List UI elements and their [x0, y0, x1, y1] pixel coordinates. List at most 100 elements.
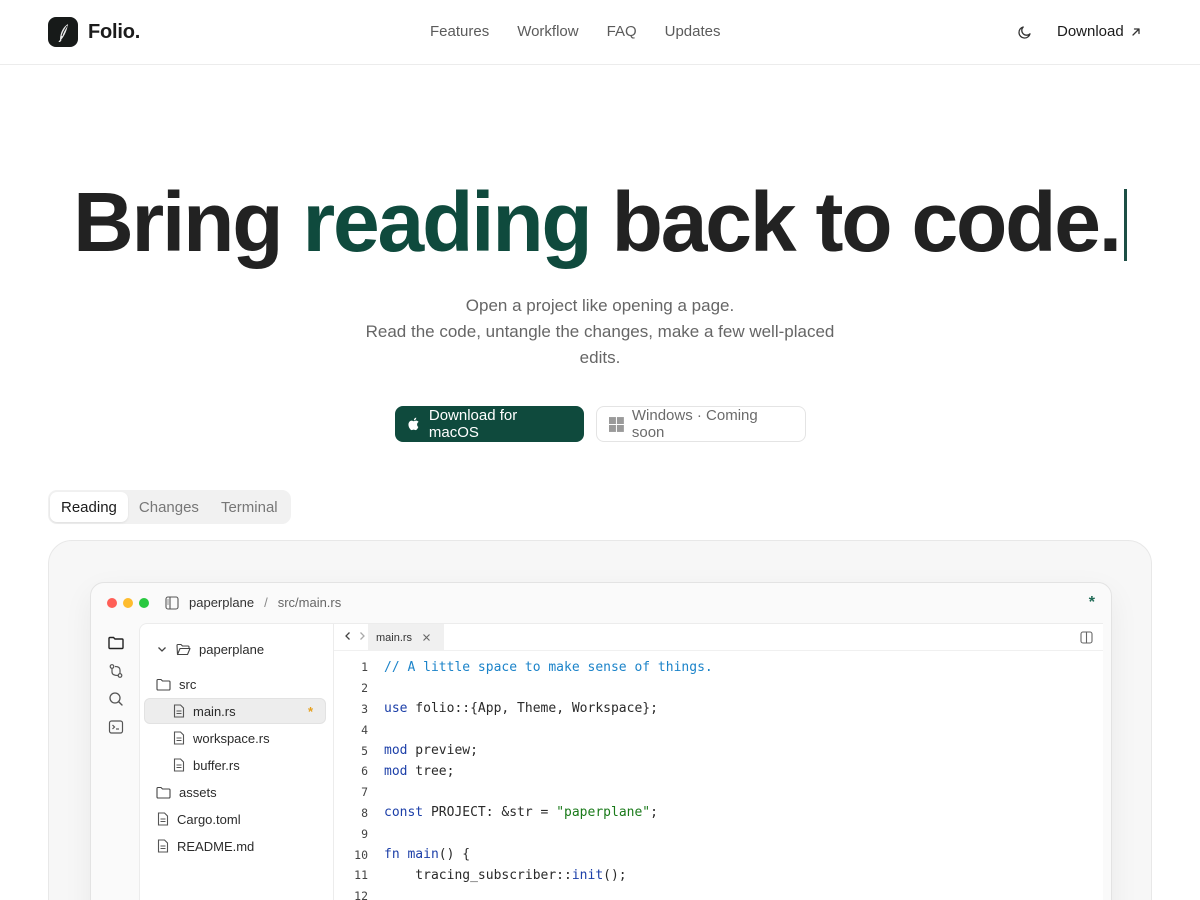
zoom-window-button[interactable] [139, 598, 149, 608]
header-download-label: Download [1057, 23, 1124, 40]
download-macos-label: Download for macOS [428, 407, 518, 441]
tree-item-cargo-toml[interactable]: Cargo.toml [157, 806, 241, 832]
line-number: 8 [361, 805, 368, 820]
code-line: 3 use folio::{App, Theme, Workspace}; [334, 699, 1103, 720]
nav-faq[interactable]: FAQ [607, 23, 637, 40]
line-number: 7 [361, 785, 368, 800]
editor-tab-label: main.rs [376, 631, 413, 644]
nav-workflow[interactable]: Workflow [517, 23, 578, 40]
file-icon [173, 758, 185, 772]
tree-item-paperplane[interactable]: paperplane [156, 636, 264, 662]
line-number: 6 [361, 764, 368, 779]
tree-item-buffer-rs[interactable]: buffer.rs [173, 752, 240, 778]
windows-coming-soon-label: Windows · Coming soon [631, 407, 758, 441]
line-number: 1 [361, 660, 368, 675]
theme-toggle-button[interactable] [1015, 22, 1035, 42]
breadcrumb-project[interactable]: paperplane [189, 595, 254, 610]
code-line: 11 tracing_subscriber::init(); [334, 865, 1103, 886]
line-number: 10 [354, 847, 368, 862]
tree-label: workspace.rs [193, 730, 270, 746]
folder-icon[interactable] [108, 635, 124, 651]
header-download-link[interactable]: Download [1057, 23, 1142, 40]
download-macos-button[interactable]: Download for macOS [395, 406, 584, 442]
code-line: 6 mod tree; [334, 761, 1103, 782]
windows-coming-soon-button[interactable]: Windows · Coming soon [596, 406, 806, 442]
tree-label: src [179, 676, 197, 692]
file-explorer: paperplane src main.rs * workspace.rs bu… [139, 623, 333, 900]
nav-updates[interactable]: Updates [665, 23, 721, 40]
line-content: tracing_subscriber::init(); [384, 867, 627, 883]
sidebar-toggle-icon[interactable] [165, 595, 179, 610]
code-line: 8 const PROJECT: &str = "paperplane"; [334, 803, 1103, 824]
close-icon[interactable] [422, 633, 431, 642]
tree-label: paperplane [199, 641, 265, 657]
code-area[interactable]: 1 // A little space to make sense of thin… [334, 657, 1103, 900]
search-icon[interactable] [108, 691, 124, 707]
file-icon [173, 704, 185, 718]
site-header: Folio. Features Workflow FAQ Updates Dow… [0, 0, 1200, 65]
history-nav [343, 630, 367, 642]
git-branch-icon[interactable] [108, 663, 124, 679]
code-line: 10 fn main() { [334, 844, 1103, 865]
chevron-down-icon[interactable] [156, 643, 168, 655]
tree-label: README.md [177, 838, 255, 854]
line-content: // A little space to make sense of thing… [384, 659, 713, 675]
folder-icon [156, 678, 171, 691]
code-line: 5 mod preview; [334, 740, 1103, 761]
nav-features[interactable]: Features [430, 23, 489, 40]
logo-icon [48, 17, 78, 47]
hero-title-part2: back to code. [590, 175, 1122, 269]
mode-tabs: Reading Changes Terminal [48, 490, 291, 524]
window-titlebar: paperplane / src/main.rs * [91, 583, 1111, 623]
file-icon [157, 812, 169, 826]
tree-label: main.rs [193, 703, 236, 719]
tree-item-workspace-rs[interactable]: workspace.rs [173, 725, 270, 751]
file-icon [157, 839, 169, 853]
arrow-up-right-icon [1132, 27, 1140, 36]
apple-icon [408, 417, 419, 431]
breadcrumb-path[interactable]: src/main.rs [278, 595, 342, 610]
hero-title-accent: reading [302, 175, 593, 269]
tab-terminal[interactable]: Terminal [210, 492, 289, 522]
brand-logo[interactable]: Folio. [48, 17, 140, 47]
breadcrumb: paperplane / src/main.rs [165, 595, 341, 610]
line-number: 11 [354, 868, 368, 883]
editor-tab-main-rs[interactable]: main.rs [368, 624, 444, 651]
folder-open-icon [176, 643, 191, 655]
tree-label: buffer.rs [193, 757, 240, 773]
line-number: 4 [361, 722, 368, 737]
brand-name: Folio. [88, 20, 141, 43]
line-number: 9 [361, 826, 368, 841]
tab-changes[interactable]: Changes [128, 492, 210, 522]
text-caret [1123, 189, 1127, 261]
chevron-right-icon[interactable] [357, 630, 367, 642]
tree-item-assets[interactable]: assets [156, 779, 217, 805]
chevron-left-icon[interactable] [343, 630, 353, 642]
line-number: 5 [361, 743, 368, 758]
main-nav: Features Workflow FAQ Updates [430, 23, 721, 40]
code-line: 9 [334, 823, 1103, 844]
tab-reading[interactable]: Reading [50, 492, 128, 522]
close-window-button[interactable] [107, 598, 117, 608]
line-number: 3 [361, 701, 368, 716]
modified-indicator: * [307, 703, 313, 719]
code-line: 1 // A little space to make sense of thin… [334, 657, 1103, 678]
breadcrumb-separator: / [264, 595, 268, 610]
hero-title-part1: Bring [73, 175, 303, 269]
code-line: 12 [334, 886, 1103, 900]
activity-bar [91, 623, 139, 900]
line-content: use folio::{App, Theme, Workspace}; [384, 701, 658, 717]
tree-item-src[interactable]: src [156, 671, 196, 697]
terminal-icon[interactable] [108, 719, 124, 735]
windows-icon [609, 416, 624, 432]
preview-frame: paperplane / src/main.rs * paperplane sr… [48, 540, 1152, 900]
tree-item-readme-md[interactable]: README.md [157, 833, 254, 859]
editor-tab-bar: main.rs [334, 624, 1103, 651]
split-editor-icon[interactable] [1080, 631, 1093, 644]
tree-item-main-rs[interactable]: main.rs * [144, 698, 326, 724]
hero-title: Bring reading back to code. [0, 174, 1200, 270]
line-content: mod preview; [384, 743, 478, 759]
code-editor: main.rs 1 // A little space to make sense… [333, 623, 1103, 900]
minimize-window-button[interactable] [123, 598, 133, 608]
hero-subtitle-line1: Open a project like opening a page. [465, 296, 735, 315]
